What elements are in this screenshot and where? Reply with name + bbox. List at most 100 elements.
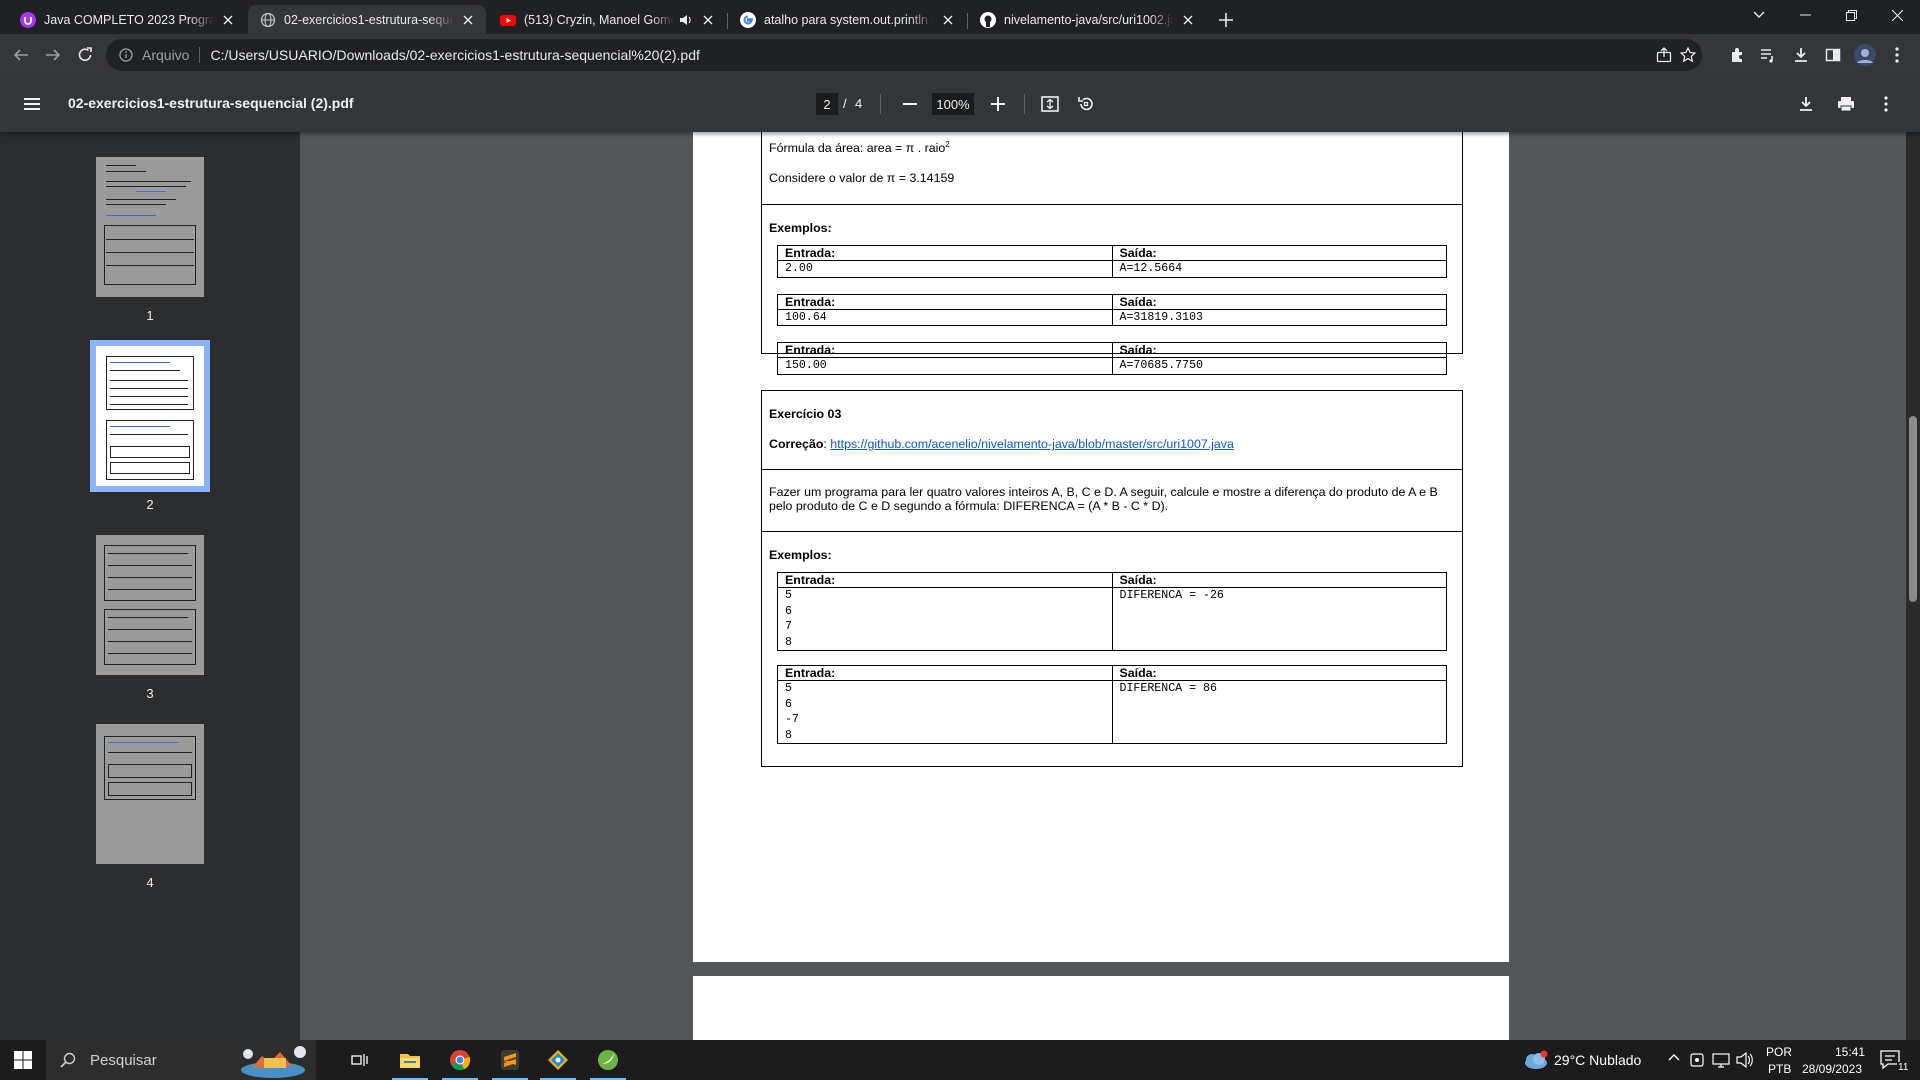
- weather-text[interactable]: 29°C Nublado: [1554, 1052, 1641, 1068]
- pdf-toolbar: 02-exercicios1-estrutura-sequencial (2).…: [0, 76, 1920, 132]
- page-thumbnail-2[interactable]: [90, 340, 210, 492]
- hamburger-menu-icon[interactable]: [20, 92, 44, 116]
- pdf-viewer[interactable]: Fórmula da área: area = π . raio2 Consid…: [300, 132, 1920, 1040]
- clock-date[interactable]: 28/09/2023: [1800, 1062, 1864, 1076]
- tab-google[interactable]: atalho para system.out.println eclipse: [728, 5, 966, 34]
- profile-avatar[interactable]: [1850, 40, 1880, 70]
- close-tab-icon[interactable]: [220, 12, 236, 28]
- zoom-in-icon[interactable]: [984, 90, 1012, 118]
- toolbar-divider: [1024, 94, 1025, 114]
- page-thumbnail-4[interactable]: [96, 724, 204, 864]
- back-button[interactable]: [6, 40, 36, 70]
- input-language[interactable]: POR: [1766, 1045, 1792, 1059]
- tab-github[interactable]: nivelamento-java/src/uri1002.java: [968, 5, 1206, 34]
- browser-menu-icon[interactable]: [1882, 40, 1912, 70]
- weather-icon[interactable]: [1522, 1050, 1548, 1070]
- input-value: 100.64: [777, 308, 1113, 326]
- network-icon[interactable]: [1712, 1052, 1730, 1068]
- output-header: Saída:: [1111, 245, 1447, 261]
- speaker-icon[interactable]: [678, 12, 694, 28]
- input-value: 5 6 7 8: [777, 587, 1113, 651]
- output-header: Saída:: [1111, 293, 1447, 310]
- globe-icon: [260, 12, 276, 28]
- reload-button[interactable]: [70, 40, 100, 70]
- output-value: A=70685.7750: [1111, 357, 1447, 375]
- page-thumbnail-3[interactable]: [96, 535, 204, 675]
- download-icon[interactable]: [1792, 90, 1820, 118]
- thumbnail-label: 4: [146, 875, 154, 890]
- zoom-out-icon[interactable]: [896, 90, 924, 118]
- correction-link[interactable]: https://github.com/acenelio/nivelamento-…: [830, 437, 1234, 451]
- downloads-icon[interactable]: [1786, 40, 1816, 70]
- example-table: Entrada: Saída: 150.00 A=70685.7750: [777, 342, 1447, 375]
- volume-icon[interactable]: [1736, 1052, 1754, 1068]
- tab-title: nivelamento-java/src/uri1002.java: [1004, 12, 1174, 27]
- print-icon[interactable]: [1832, 90, 1860, 118]
- zoom-level-input[interactable]: 100%: [932, 93, 974, 115]
- address-url[interactable]: C:/Users/USUARIO/Downloads/02-exercicios…: [210, 47, 699, 63]
- close-tab-icon[interactable]: [940, 12, 956, 28]
- close-tab-icon[interactable]: [700, 12, 716, 28]
- extensions-icon[interactable]: [1722, 40, 1752, 70]
- task-view-icon[interactable]: [336, 1040, 384, 1080]
- input-value: 5 6 -7 8: [777, 680, 1113, 744]
- tab-pdf[interactable]: 02-exercicios1-estrutura-sequencial: [248, 5, 486, 34]
- more-options-icon[interactable]: [1872, 90, 1900, 118]
- close-tab-icon[interactable]: [1180, 12, 1196, 28]
- close-window-button[interactable]: [1874, 0, 1920, 30]
- rotate-icon[interactable]: [1072, 90, 1100, 118]
- file-explorer-icon[interactable]: [386, 1040, 434, 1080]
- address-bar[interactable]: Arquivo C:/Users/USUARIO/Downloads/02-ex…: [106, 39, 1702, 71]
- correction-label: Correção: [769, 437, 824, 451]
- camera-privacy-icon[interactable]: [1690, 1052, 1704, 1068]
- forward-button[interactable]: [38, 40, 68, 70]
- keyboard-layout[interactable]: PTB: [1768, 1062, 1791, 1076]
- chrome-icon[interactable]: [436, 1040, 484, 1080]
- scrollbar[interactable]: [1906, 132, 1920, 1040]
- bookmark-star-icon[interactable]: [1680, 47, 1696, 63]
- exercise-03-box: Exercício 03 Correção: https://github.co…: [761, 390, 1463, 767]
- page-thumbnail-1[interactable]: [96, 157, 204, 297]
- git-client-icon[interactable]: [534, 1040, 582, 1080]
- udemy-icon: [20, 11, 36, 28]
- tab-udemy[interactable]: Java COMPLETO 2023 Programação: [8, 5, 246, 34]
- tab-search-icon[interactable]: [1736, 0, 1782, 30]
- media-queue-icon[interactable]: [1753, 40, 1783, 70]
- pdf-page-2: Fórmula da área: area = π . raio2 Consid…: [693, 132, 1509, 962]
- tray-chevron-icon[interactable]: [1668, 1053, 1680, 1061]
- youtube-icon: [500, 12, 516, 28]
- share-icon[interactable]: [1656, 47, 1672, 63]
- address-divider: [199, 47, 201, 63]
- input-header: Entrada:: [777, 572, 1113, 588]
- scrollbar-thumb[interactable]: [1909, 416, 1917, 602]
- new-tab-button[interactable]: [1213, 7, 1239, 33]
- minimize-button[interactable]: [1782, 0, 1828, 30]
- example-table: Entrada: Saída: 2.00 A=12.5664: [777, 245, 1447, 278]
- page-total: 4: [855, 96, 863, 111]
- correction-line: Correção: https://github.com/acenelio/ni…: [769, 437, 1234, 451]
- input-header: Entrada:: [777, 293, 1113, 310]
- taskbar-search[interactable]: Pesquisar: [46, 1040, 316, 1080]
- tab-title: atalho para system.out.println eclipse: [764, 12, 934, 27]
- info-icon[interactable]: [118, 47, 134, 63]
- example-table: Entrada: Saída: 5 6 -7 8 DIFERENCA = 86: [777, 665, 1447, 744]
- taskbar: Pesquisar 29°C Nublado POR PTB 15:41 28/…: [0, 1040, 1920, 1080]
- tab-youtube[interactable]: (513) Cryzin, Manoel Gomes: [488, 5, 726, 34]
- spring-tools-icon[interactable]: [584, 1040, 632, 1080]
- sublime-text-icon[interactable]: [486, 1040, 534, 1080]
- output-value: A=31819.3103: [1111, 308, 1447, 326]
- close-tab-icon[interactable]: [460, 12, 476, 28]
- page-number-input[interactable]: 2: [816, 93, 838, 115]
- input-header: Entrada:: [777, 245, 1113, 261]
- side-panel-icon[interactable]: [1818, 40, 1848, 70]
- restore-button[interactable]: [1828, 0, 1874, 30]
- clock-time[interactable]: 15:41: [1818, 1045, 1882, 1059]
- fit-page-icon[interactable]: [1036, 90, 1064, 118]
- thumbnail-sidebar: 1 2 3 4: [0, 132, 300, 1040]
- search-placeholder: Pesquisar: [90, 1051, 157, 1069]
- example-table: Entrada: Saída: 5 6 7 8 DIFERENCA = -26: [777, 572, 1447, 651]
- output-header: Saída:: [1111, 572, 1447, 588]
- tab-strip: Java COMPLETO 2023 Programação 02-exerci…: [0, 0, 1920, 34]
- windows-start-icon[interactable]: [0, 1040, 46, 1080]
- examples-label: Exemplos:: [769, 221, 832, 235]
